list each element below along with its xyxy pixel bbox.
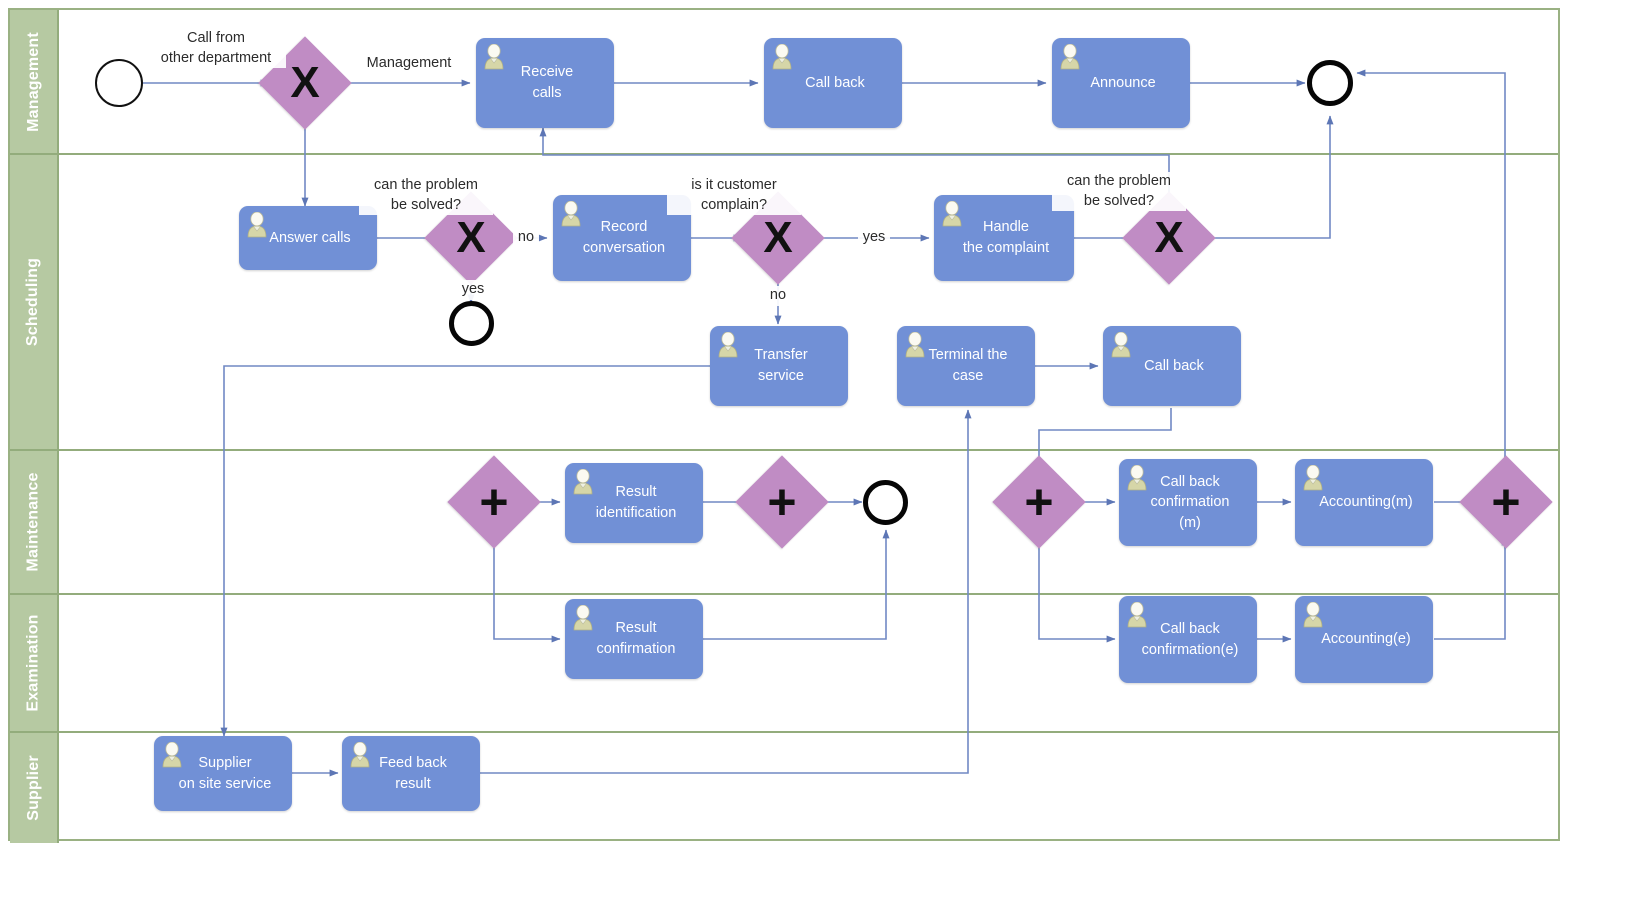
task-label: Record conversation (582, 219, 666, 256)
user-icon (1303, 465, 1323, 491)
user-icon (905, 332, 925, 358)
gateway-shape (735, 455, 829, 549)
task-call-back-confirmation-e[interactable]: Call back confirmation(e) (1119, 596, 1257, 683)
edge-label-can-problem-be-solved-2: can the problem be solved? (1052, 172, 1186, 212)
user-icon (718, 332, 738, 358)
edge-label-is-it-customer-complain: is it customer complain? (667, 176, 801, 216)
task-answer-calls[interactable]: Answer calls (239, 206, 377, 270)
edge-label-yes-1: yes (458, 280, 488, 300)
lane-label-examination: Examination (24, 614, 42, 712)
task-feed-back-result[interactable]: Feed back result (342, 736, 480, 811)
task-label: Terminal the case (928, 347, 1008, 384)
user-icon (1303, 602, 1323, 628)
task-label: Call back (1144, 357, 1204, 374)
user-icon (1060, 44, 1080, 70)
end-event-management[interactable] (1307, 60, 1353, 106)
gateway-parallel-join-right[interactable]: + (1459, 455, 1553, 549)
user-icon (350, 742, 370, 768)
task-terminal-the-case[interactable]: Terminal the case (897, 326, 1035, 406)
edge-label-no-1: no (513, 228, 539, 248)
task-label: Transfer service (754, 347, 808, 384)
end-event-scheduling[interactable] (449, 301, 494, 346)
edge-label-yes-2: yes (858, 228, 890, 248)
task-call-back-management[interactable]: Call back (764, 38, 902, 128)
task-call-back-confirmation-m[interactable]: Call back confirmation (m) (1119, 459, 1257, 546)
edge-label-can-problem-be-solved-1: can the problem be solved? (359, 176, 493, 216)
lane-header-management: Management (10, 10, 59, 153)
task-call-back-scheduling[interactable]: Call back (1103, 326, 1241, 406)
task-accounting-m[interactable]: Accounting(m) (1295, 459, 1433, 546)
user-icon (484, 44, 504, 70)
gateway-parallel-split-left[interactable]: + (447, 455, 541, 549)
gateway-parallel-join-left[interactable]: + (735, 455, 829, 549)
gateway-can-problem-be-solved-2[interactable]: X (1122, 191, 1216, 285)
user-icon (1127, 465, 1147, 491)
user-icon (772, 44, 792, 70)
task-result-identification[interactable]: Result identification (565, 463, 703, 543)
task-transfer-service[interactable]: Transfer service (710, 326, 848, 406)
start-event[interactable] (95, 59, 143, 107)
task-label: Receive calls (520, 64, 574, 101)
user-icon (247, 212, 267, 238)
task-label: Call back confirmation (m) (1150, 473, 1230, 531)
gateway-shape (1459, 455, 1553, 549)
gateway-shape (447, 455, 541, 549)
edge-label-call-from-other-department: Call from other department (146, 29, 286, 69)
user-icon (1127, 602, 1147, 628)
gateway-parallel-split-right[interactable]: + (992, 455, 1086, 549)
user-icon (561, 201, 581, 227)
task-announce[interactable]: Announce (1052, 38, 1190, 128)
task-label: Call back (805, 74, 865, 91)
task-supplier-on-site-service[interactable]: Supplier on site service (154, 736, 292, 811)
edge-label-management: Management (355, 54, 463, 74)
process-pool: Management Scheduling Maintenance Examin… (8, 8, 1560, 843)
user-icon (573, 469, 593, 495)
task-result-confirmation[interactable]: Result confirmation (565, 599, 703, 679)
lane-header-maintenance: Maintenance (10, 451, 59, 593)
lane-label-management: Management (24, 31, 42, 132)
user-icon (1111, 332, 1131, 358)
task-accounting-e[interactable]: Accounting(e) (1295, 596, 1433, 683)
lane-header-scheduling: Scheduling (10, 155, 59, 449)
task-label: Handle the complaint (962, 219, 1050, 256)
task-label: Accounting(e) (1321, 631, 1411, 648)
lane-label-supplier: Supplier (24, 755, 42, 821)
bpmn-diagram-canvas: Management Scheduling Maintenance Examin… (0, 0, 1637, 898)
lane-header-examination: Examination (10, 595, 59, 731)
lane-header-supplier: Supplier (10, 733, 59, 843)
task-label: Answer calls (269, 229, 351, 246)
task-label: Accounting(m) (1319, 494, 1413, 511)
end-event-maintenance[interactable] (863, 480, 908, 525)
task-label: Announce (1090, 74, 1156, 91)
user-icon (573, 605, 593, 631)
task-label: Result confirmation (596, 620, 676, 657)
lane-label-scheduling: Scheduling (24, 257, 42, 347)
lane-label-maintenance: Maintenance (24, 472, 42, 572)
task-label: Feed back result (379, 754, 447, 792)
task-receive-calls[interactable]: Receive calls (476, 38, 614, 128)
gateway-shape (992, 455, 1086, 549)
edge-label-no-2: no (765, 286, 791, 306)
task-label: Supplier on site service (178, 754, 272, 792)
user-icon (162, 742, 182, 768)
user-icon (942, 201, 962, 227)
task-label: Call back confirmation(e) (1141, 620, 1239, 658)
task-label: Result identification (595, 484, 677, 521)
